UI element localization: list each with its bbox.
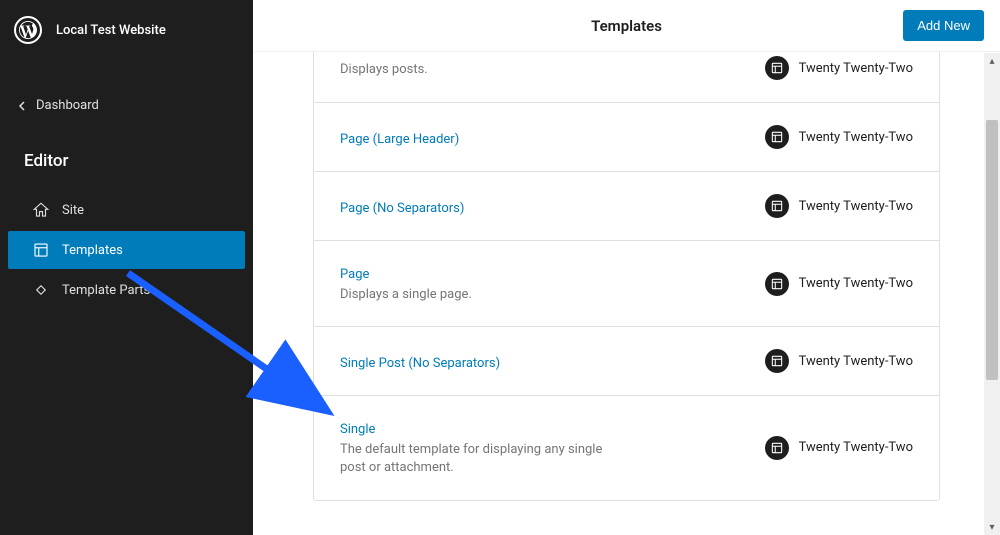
sidebar: Local Test Website Dashboard Editor Site… [0, 0, 253, 535]
template-description: Displays posts. [340, 61, 620, 79]
back-link-label: Dashboard [36, 98, 99, 113]
template-description: Displays a single page. [340, 286, 620, 304]
template-description: The default template for displaying any … [340, 441, 620, 477]
template-row: Displays posts. Twenty Twenty-Two [314, 52, 939, 103]
back-to-dashboard-link[interactable]: Dashboard [0, 90, 253, 121]
site-name: Local Test Website [56, 23, 166, 38]
theme-icon [765, 272, 789, 296]
theme-name: Twenty Twenty-Two [799, 130, 913, 145]
vertical-scrollbar[interactable]: ▴ ▾ [984, 53, 1000, 535]
theme-icon [765, 125, 789, 149]
template-author: Twenty Twenty-Two [765, 349, 913, 373]
template-author: Twenty Twenty-Two [765, 125, 913, 149]
nav-item-template-parts[interactable]: Template Parts [8, 271, 245, 309]
template-link-page-large-header[interactable]: Page (Large Header) [340, 132, 459, 147]
chevron-left-icon [16, 100, 28, 112]
theme-name: Twenty Twenty-Two [799, 199, 913, 214]
scrollbar-thumb[interactable] [986, 120, 998, 380]
theme-name: Twenty Twenty-Two [799, 440, 913, 455]
theme-name: Twenty Twenty-Two [799, 354, 913, 369]
template-author: Twenty Twenty-Two [765, 436, 913, 460]
theme-icon [765, 56, 789, 80]
editor-section-title: Editor [0, 121, 253, 191]
theme-icon [765, 349, 789, 373]
main-content: Templates Add New Displays posts. Twenty… [253, 0, 1000, 535]
nav-item-templates[interactable]: Templates [8, 231, 245, 269]
template-link-single[interactable]: Single [340, 422, 375, 437]
theme-name: Twenty Twenty-Two [799, 61, 913, 76]
template-row: Page (No Separators) Twenty Twenty-Two [314, 172, 939, 241]
template-author: Twenty Twenty-Two [765, 194, 913, 218]
theme-icon [765, 194, 789, 218]
content-area: Displays posts. Twenty Twenty-Two Page (… [253, 52, 1000, 535]
template-link-page-no-separators[interactable]: Page (No Separators) [340, 201, 464, 216]
page-title: Templates [591, 17, 662, 35]
templates-list: Displays posts. Twenty Twenty-Two Page (… [313, 52, 940, 501]
template-author: Twenty Twenty-Two [765, 56, 913, 80]
nav-item-label: Site [62, 203, 84, 218]
nav-item-label: Template Parts [62, 283, 150, 298]
template-link-page[interactable]: Page [340, 267, 369, 282]
topbar: Templates Add New [253, 0, 1000, 52]
template-row: Page Displays a single page. Twenty Twen… [314, 241, 939, 327]
template-row: Single Post (No Separators) Twenty Twent… [314, 327, 939, 396]
scroll-up-arrow-icon[interactable]: ▴ [984, 53, 1000, 69]
theme-icon [765, 436, 789, 460]
theme-name: Twenty Twenty-Two [799, 276, 913, 291]
nav-item-site[interactable]: Site [8, 191, 245, 229]
template-row: Page (Large Header) Twenty Twenty-Two [314, 103, 939, 172]
template-link-single-post-no-separators[interactable]: Single Post (No Separators) [340, 356, 500, 371]
home-icon [32, 201, 50, 219]
scroll-down-arrow-icon[interactable]: ▾ [984, 519, 1000, 535]
template-row: Single The default template for displayi… [314, 396, 939, 499]
add-new-button[interactable]: Add New [903, 10, 984, 41]
layout-icon [32, 241, 50, 259]
diamond-icon [32, 281, 50, 299]
wordpress-logo-icon[interactable] [14, 16, 42, 44]
template-author: Twenty Twenty-Two [765, 272, 913, 296]
sidebar-header: Local Test Website [0, 0, 253, 60]
nav-item-label: Templates [62, 243, 123, 258]
